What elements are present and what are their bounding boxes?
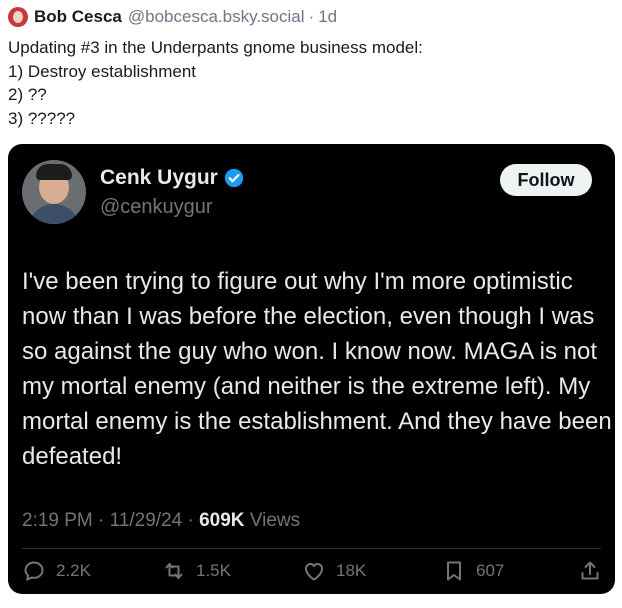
- like-button[interactable]: 18K: [302, 558, 366, 584]
- post-line: 3) ?????: [8, 108, 76, 128]
- separator-dot: ·: [308, 7, 315, 26]
- follow-button[interactable]: Follow: [500, 164, 592, 196]
- embed-meta: 2:19 PM · 11/29/24 · 609K Views: [22, 510, 301, 531]
- views-count: 609K: [199, 510, 245, 531]
- share-icon: [581, 561, 599, 580]
- embed-author-handle[interactable]: @cenkuygur: [100, 196, 213, 219]
- author-name[interactable]: Bob Cesca: [34, 7, 122, 27]
- bookmark-icon: [447, 561, 461, 581]
- post-header: Bob Cesca @bobcesca.bsky.social · 1d: [8, 6, 337, 28]
- views-label: Views: [249, 510, 301, 531]
- share-button[interactable]: [578, 558, 612, 584]
- repost-button[interactable]: 1.5K: [162, 558, 231, 584]
- post-line: 2) ??: [8, 85, 47, 104]
- verified-badge-icon: [224, 168, 244, 188]
- post-line: Updating #3 in the Underpants gnome busi…: [8, 38, 423, 57]
- bookmark-count: 607: [476, 561, 505, 580]
- divider: [22, 548, 601, 549]
- embed-author-name-text: Cenk Uygur: [100, 166, 218, 189]
- post-timestamp[interactable]: 1d: [318, 7, 337, 27]
- repost-icon: [165, 563, 183, 579]
- like-count: 18K: [336, 561, 367, 580]
- author-avatar[interactable]: [8, 7, 28, 27]
- reply-button[interactable]: 2.2K: [22, 558, 91, 584]
- embed-tweet-text: I've been trying to figure out why I'm m…: [22, 268, 612, 470]
- heart-icon: [305, 563, 323, 581]
- reply-count: 2.2K: [56, 561, 91, 580]
- bookmark-button[interactable]: 607: [442, 558, 504, 584]
- embed-author-name[interactable]: Cenk Uygur: [100, 166, 244, 190]
- embed-date[interactable]: 11/29/24: [110, 510, 183, 531]
- reply-icon: [24, 561, 44, 581]
- embedded-tweet[interactable]: Cenk Uygur @cenkuygur Follow I've been t…: [8, 144, 615, 594]
- post-body: Updating #3 in the Underpants gnome busi…: [8, 36, 423, 130]
- post-line: 1) Destroy establishment: [8, 61, 197, 81]
- repost-count: 1.5K: [196, 561, 231, 580]
- author-handle[interactable]: @bobcesca.bsky.social: [128, 7, 305, 27]
- embed-avatar[interactable]: [22, 160, 86, 224]
- embed-time[interactable]: 2:19 PM: [22, 510, 93, 531]
